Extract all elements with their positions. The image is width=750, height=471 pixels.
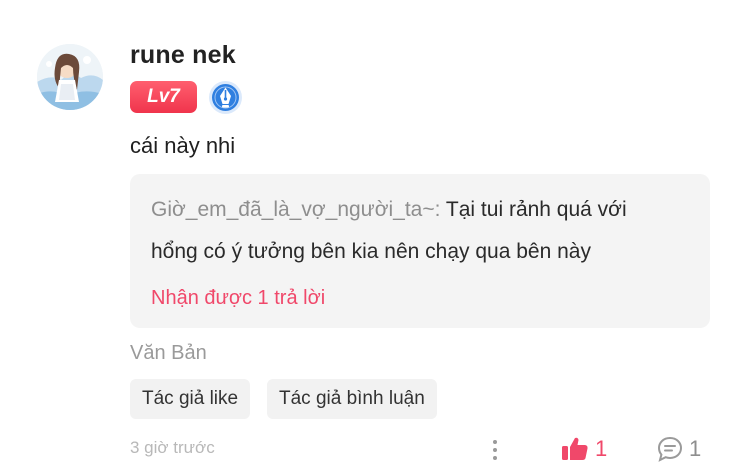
tag-author-comment: Tác giả bình luận [267, 379, 437, 419]
comment-bubble-icon [657, 436, 683, 462]
thumbs-up-icon [562, 437, 588, 460]
comment-count: 1 [689, 436, 702, 461]
like-count: 1 [595, 436, 608, 461]
tag-author-like: Tác giả like [130, 379, 251, 419]
source-label[interactable]: Văn Bản [130, 342, 207, 365]
reply-line-1: Giờ_em_đã_là_vợ_người_ta~: Tại tui rảnh … [151, 198, 627, 222]
avatar[interactable] [37, 44, 103, 110]
reply-preview[interactable]: Giờ_em_đã_là_vợ_người_ta~: Tại tui rảnh … [130, 174, 710, 328]
verified-pen-icon [208, 80, 243, 115]
comment-text: cái này nhi [130, 133, 236, 158]
more-vertical-icon[interactable] [488, 437, 502, 463]
reply-author[interactable]: Giờ_em_đã_là_vợ_người_ta~ [151, 198, 435, 221]
avatar-image [37, 44, 103, 110]
view-replies-link[interactable]: Nhận được 1 trả lời [151, 287, 325, 310]
reply-text-1: Tại tui rảnh quá với [440, 198, 627, 221]
author-name[interactable]: rune nek [130, 41, 236, 70]
like-button[interactable]: 1 [561, 434, 607, 464]
comment-card: rune nek Lv7 cái này nhi Giờ_em_đã_là_vợ… [0, 0, 750, 471]
timestamp: 3 giờ trước [130, 438, 215, 457]
reply-button[interactable]: 1 [656, 434, 701, 464]
reply-line-2: hổng có ý tưởng bên kia nên chạy qua bên… [151, 240, 591, 263]
level-badge: Lv7 [130, 81, 197, 113]
